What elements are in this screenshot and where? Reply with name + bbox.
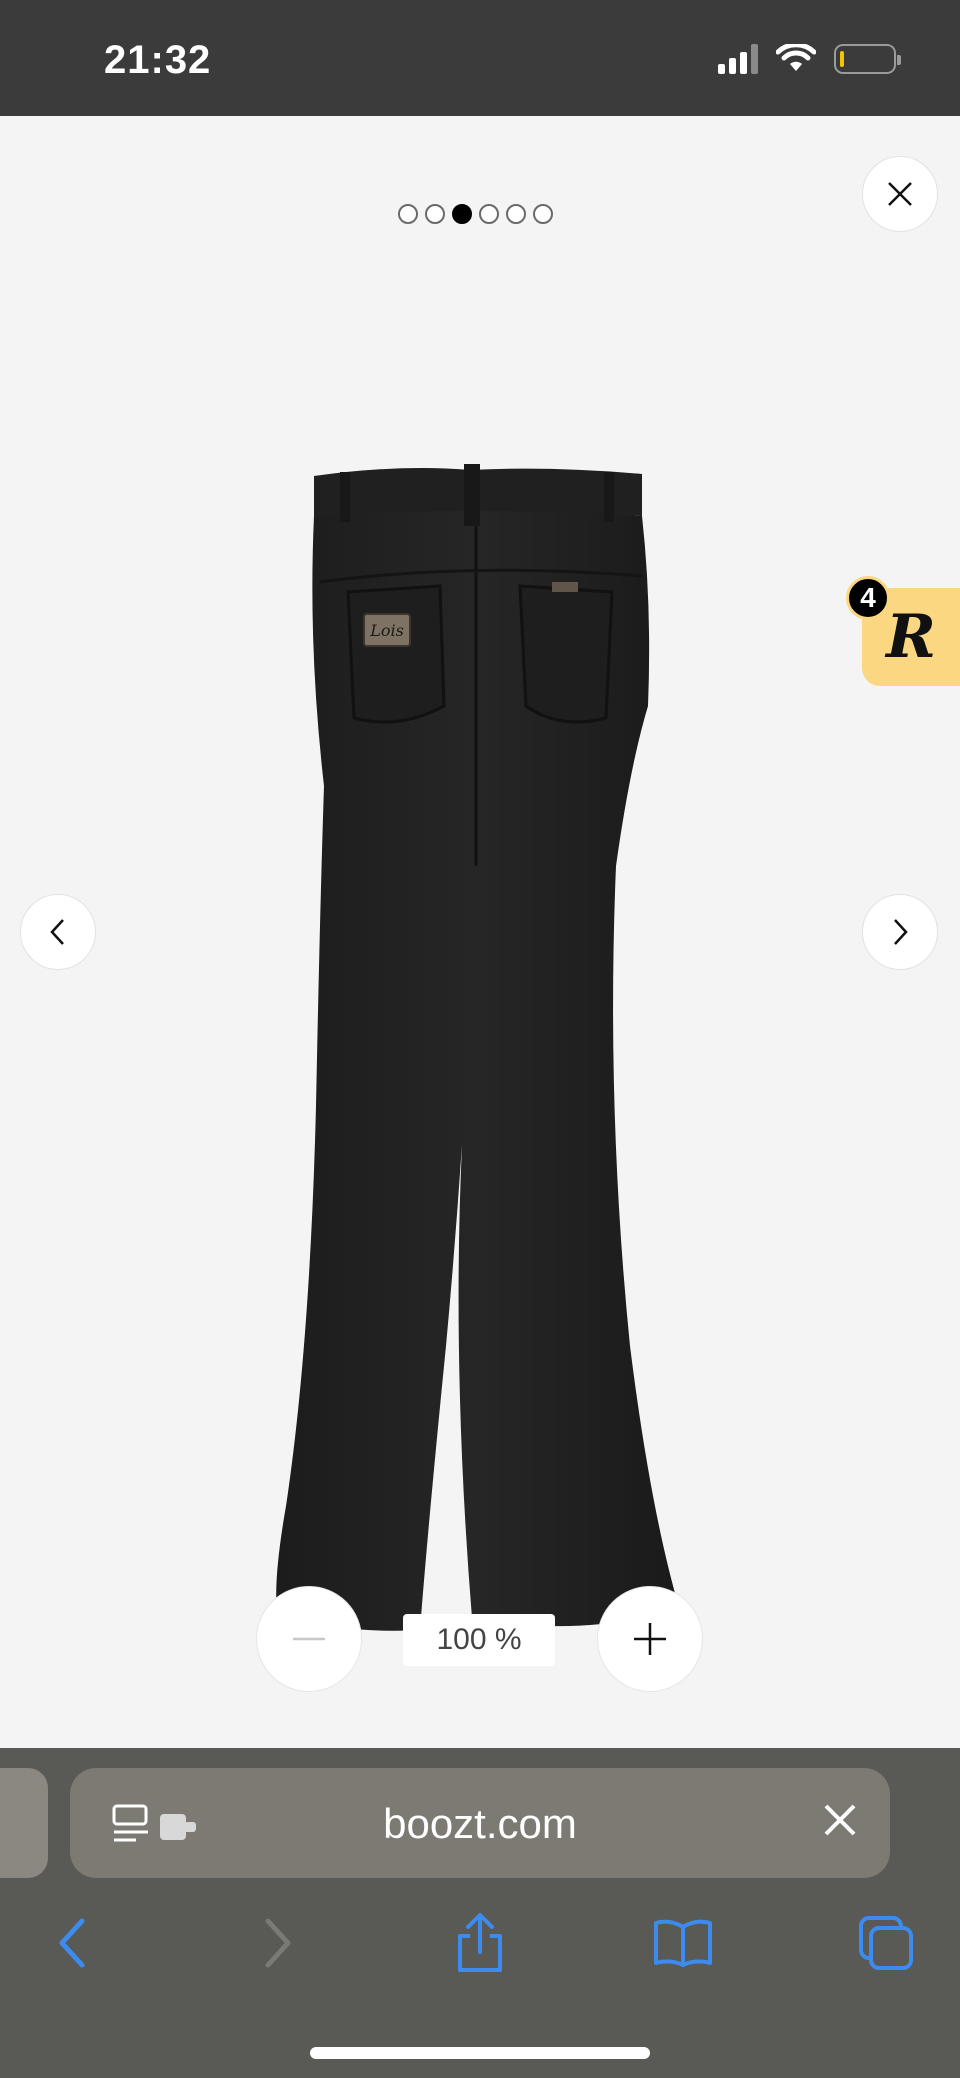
gallery-dot[interactable] [533,204,553,224]
zoom-out-button[interactable] [256,1586,362,1692]
back-button[interactable] [32,1903,112,1983]
browser-toolbar [0,1903,960,1993]
back-arrow-icon [59,1918,85,1968]
url-text: boozt.com [383,1800,577,1847]
product-image: Lois [276,464,678,1631]
zoom-level: 100 % [403,1614,555,1666]
share-icon [458,1913,502,1972]
previous-image-button[interactable] [20,894,96,970]
gallery-dot[interactable] [398,204,418,224]
signal-icon [718,44,758,74]
bookmarks-button[interactable] [643,1903,723,1983]
minus-icon [293,1637,325,1641]
gallery-dot[interactable] [506,204,526,224]
status-icons [718,44,901,74]
chevron-left-icon [50,919,64,945]
gallery-dot[interactable] [452,204,472,224]
rewards-count-badge: 4 [846,576,890,620]
clear-url-button[interactable] [820,1800,860,1845]
gallery-dot[interactable] [479,204,499,224]
brand-patch-label: Lois [369,621,404,640]
status-time: 21:32 [104,38,212,82]
share-button[interactable] [440,1903,520,1983]
next-image-button[interactable] [862,894,938,970]
bookmarks-icon [654,1919,712,1967]
chevron-right-icon [894,919,908,945]
home-indicator [310,2047,650,2059]
tabs-button[interactable] [846,1903,926,1983]
forward-arrow-icon [265,1918,291,1968]
address-bar[interactable]: boozt.com [70,1768,890,1878]
close-button[interactable] [862,156,938,232]
image-viewer: Lois R 4 100 % [0,116,960,1748]
browser-bar: boozt.com [0,1748,960,2078]
close-icon [888,182,912,206]
plus-icon [634,1623,666,1655]
gallery-pagination [398,204,553,224]
status-bar: 21:32 [0,0,960,116]
forward-button[interactable] [238,1903,318,1983]
previous-tab-peek[interactable] [0,1768,48,1878]
wifi-icon [776,44,816,71]
rewards-letter: R [886,602,936,672]
tabs-icon [859,1916,913,1970]
battery-icon [834,44,901,74]
zoom-controls: 100 % [0,1586,960,1696]
gallery-dot[interactable] [425,204,445,224]
close-icon [824,1804,856,1836]
zoom-in-button[interactable] [597,1586,703,1692]
